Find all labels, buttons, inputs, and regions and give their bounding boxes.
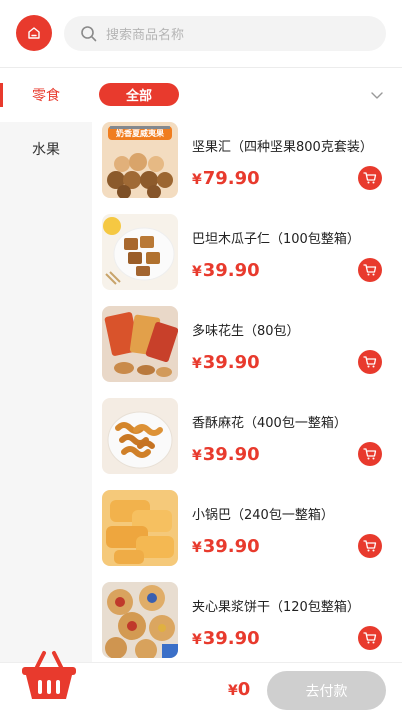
product-image bbox=[102, 398, 178, 474]
search-icon bbox=[81, 25, 97, 41]
currency-symbol: ¥ bbox=[228, 683, 238, 699]
price-value: 39.90 bbox=[202, 260, 260, 281]
product-item[interactable]: 夹心果浆饼干（120包整箱） ¥39.90 bbox=[92, 582, 402, 662]
add-to-cart-button[interactable] bbox=[358, 442, 382, 466]
product-name: 巴坦木瓜子仁（100包整箱） bbox=[192, 232, 360, 247]
price-value: 39.90 bbox=[202, 628, 260, 649]
product-price: ¥39.90 bbox=[192, 444, 260, 465]
checkout-button[interactable]: 去付款 bbox=[267, 671, 386, 710]
price-value: 39.90 bbox=[202, 444, 260, 465]
currency-symbol: ¥ bbox=[192, 632, 202, 648]
cart-icon bbox=[363, 356, 377, 368]
product-image bbox=[102, 306, 178, 382]
checkout-bar: ¥0 去付款 bbox=[0, 651, 402, 716]
price-value: 79.90 bbox=[202, 168, 260, 189]
product-image: 奶香夏威夷果 bbox=[102, 122, 178, 198]
product-item[interactable]: 香酥麻花（400包一整箱） ¥39.90 bbox=[92, 398, 402, 490]
chevron-down-icon[interactable] bbox=[370, 88, 384, 102]
product-price: ¥39.90 bbox=[192, 260, 260, 281]
product-name: 夹心果浆饼干（120包整箱） bbox=[192, 600, 360, 615]
currency-symbol: ¥ bbox=[192, 264, 202, 280]
product-item[interactable]: 奶香夏威夷果 坚果汇（四种坚果800克套装） ¥79.90 bbox=[92, 122, 402, 214]
product-image bbox=[102, 214, 178, 290]
product-list[interactable]: 奶香夏威夷果 坚果汇（四种坚果800克套装） ¥79.90 巴坦木瓜子仁（100… bbox=[92, 122, 402, 662]
product-price: ¥39.90 bbox=[192, 628, 260, 649]
currency-symbol: ¥ bbox=[192, 540, 202, 556]
add-to-cart-button[interactable] bbox=[358, 534, 382, 558]
product-item[interactable]: 多味花生（80包） ¥39.90 bbox=[92, 306, 402, 398]
product-price: ¥39.90 bbox=[192, 352, 260, 373]
top-bar: 搜索商品名称 bbox=[0, 0, 402, 68]
product-item[interactable]: 小锅巴（240包一整箱） ¥39.90 bbox=[92, 490, 402, 582]
search-placeholder: 搜索商品名称 bbox=[106, 28, 185, 43]
sidebar-item-fruit[interactable]: 水果 bbox=[0, 122, 92, 176]
shopping-basket-icon[interactable] bbox=[20, 649, 78, 701]
product-name: 香酥麻花（400包一整箱） bbox=[192, 416, 347, 431]
add-to-cart-button[interactable] bbox=[358, 166, 382, 190]
total-value: 0 bbox=[237, 679, 251, 700]
currency-symbol: ¥ bbox=[192, 448, 202, 464]
cart-icon bbox=[363, 264, 377, 276]
cart-icon bbox=[363, 632, 377, 644]
product-name: 多味花生（80包） bbox=[192, 324, 300, 339]
filter-all-chip[interactable]: 全部 bbox=[99, 83, 179, 106]
sidebar-item-label: 水果 bbox=[32, 142, 60, 158]
home-button[interactable] bbox=[16, 15, 52, 51]
cart-total: ¥0 bbox=[228, 679, 250, 700]
product-name: 坚果汇（四种坚果800克套装） bbox=[192, 140, 373, 155]
price-value: 39.90 bbox=[202, 352, 260, 373]
product-item[interactable]: 巴坦木瓜子仁（100包整箱） ¥39.90 bbox=[92, 214, 402, 306]
sidebar-item-snacks[interactable]: 零食 bbox=[0, 68, 92, 122]
product-image bbox=[102, 490, 178, 566]
add-to-cart-button[interactable] bbox=[358, 626, 382, 650]
product-price: ¥79.90 bbox=[192, 168, 260, 189]
currency-symbol: ¥ bbox=[192, 172, 202, 188]
product-image bbox=[102, 582, 178, 658]
home-icon bbox=[28, 27, 40, 39]
add-to-cart-button[interactable] bbox=[358, 258, 382, 282]
product-price: ¥39.90 bbox=[192, 536, 260, 557]
subcategory-bar: 全部 bbox=[92, 68, 402, 122]
cart-icon bbox=[363, 540, 377, 552]
add-to-cart-button[interactable] bbox=[358, 350, 382, 374]
category-sidebar: 零食 水果 bbox=[0, 68, 92, 662]
sidebar-item-label: 零食 bbox=[32, 88, 60, 104]
cart-icon bbox=[363, 172, 377, 184]
search-input[interactable]: 搜索商品名称 bbox=[64, 16, 386, 51]
currency-symbol: ¥ bbox=[192, 356, 202, 372]
price-value: 39.90 bbox=[202, 536, 260, 557]
cart-icon bbox=[363, 448, 377, 460]
product-banner-text: 奶香夏威夷果 bbox=[116, 128, 164, 138]
product-name: 小锅巴（240包一整箱） bbox=[192, 508, 334, 523]
